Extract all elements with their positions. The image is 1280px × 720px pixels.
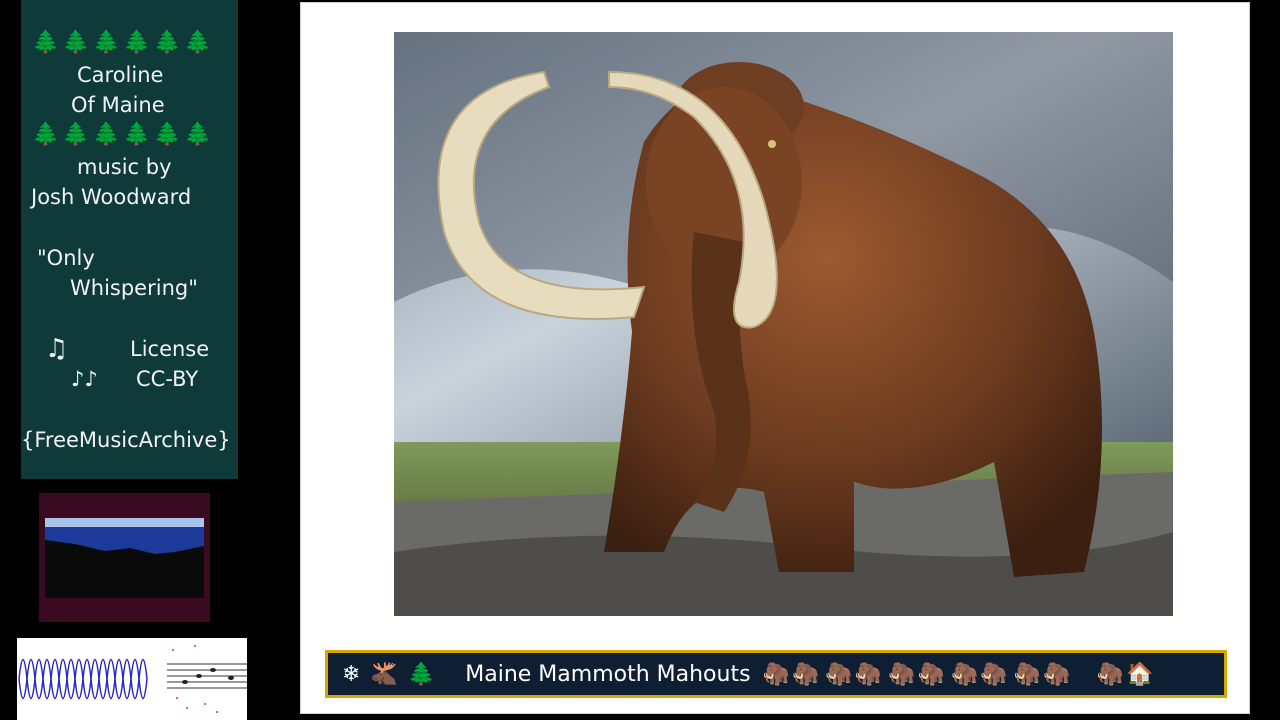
mammoth-icon: 🦣 bbox=[888, 661, 916, 687]
mammoth-icon: 🦣 bbox=[1013, 661, 1042, 687]
song-title-line-2: Whispering" bbox=[70, 276, 198, 300]
pine-tree-row-bottom: 🌲🌲🌲🌲🌲🌲 bbox=[32, 122, 215, 147]
woolly-mammoth-photo bbox=[394, 32, 1173, 616]
waveform-strip bbox=[17, 638, 247, 720]
song-info-panel: 🌲🌲🌲🌲🌲🌲 Caroline Of Maine 🌲🌲🌲🌲🌲🌲 music by… bbox=[21, 0, 238, 479]
title-line-2: Of Maine bbox=[71, 93, 165, 117]
mammoth-icon: 🦣 bbox=[917, 661, 945, 687]
song-title-line-1: "Only bbox=[37, 246, 95, 270]
caption-ticker: ❄ 🫎 🌲 Maine Mammoth Mahouts 🦣 🦣 🦣 🦣 🦣 🦣 … bbox=[325, 650, 1227, 698]
title-line-1: Caroline bbox=[77, 63, 164, 87]
license-value: CC-BY bbox=[136, 367, 199, 391]
mammoth-icon: 🦣 bbox=[1096, 661, 1125, 687]
mammoth-icon: 🦣 bbox=[762, 661, 790, 687]
mammoth-icon: 🦣 bbox=[980, 661, 1008, 687]
landscape-thumbnail bbox=[39, 493, 210, 622]
byline-label: music by bbox=[77, 155, 172, 179]
license-label: License bbox=[130, 337, 210, 361]
moose-icon: 🫎 bbox=[370, 661, 398, 687]
mammoth-icon: 🦣 bbox=[791, 661, 820, 687]
music-notes-icon: ♪♪ bbox=[71, 367, 98, 391]
mammoth-icon: 🦣 bbox=[1043, 661, 1071, 687]
mammoth-icon: 🦣 bbox=[854, 661, 883, 687]
music-note-icon: ♫ bbox=[45, 334, 69, 364]
artist-name: Josh Woodward bbox=[31, 185, 192, 209]
source-label: {FreeMusicArchive} bbox=[21, 428, 231, 452]
pine-tree-icon: 🌲 bbox=[407, 661, 436, 687]
ticker-caption: Maine Mammoth Mahouts bbox=[465, 661, 751, 687]
mammoth-icon: 🦣 bbox=[950, 661, 979, 687]
mammoth-icon: 🦣 bbox=[825, 661, 853, 687]
snowflake-icon: ❄ bbox=[342, 661, 361, 687]
pine-tree-row-top: 🌲🌲🌲🌲🌲🌲 bbox=[32, 30, 215, 55]
hut-icon: 🏠 bbox=[1126, 661, 1154, 687]
